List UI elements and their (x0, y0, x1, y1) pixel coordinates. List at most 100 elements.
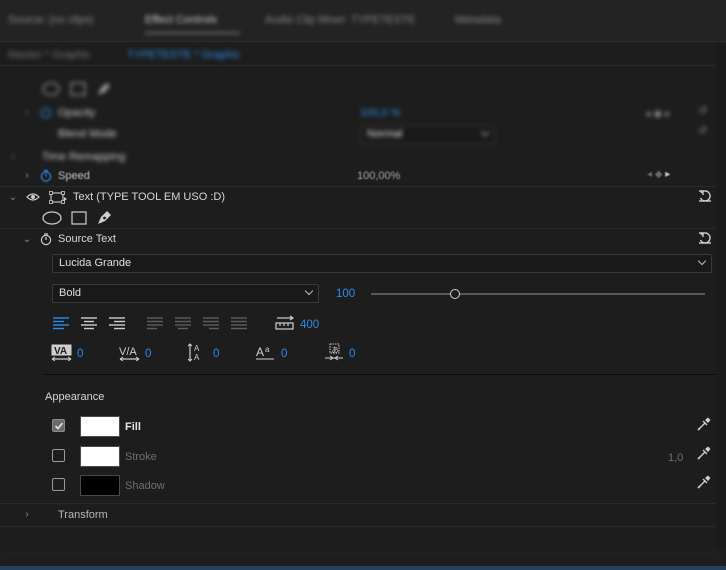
chevron-right-icon[interactable]: › (22, 510, 32, 520)
stroke-label: Stroke (125, 451, 157, 463)
font-family-value: Lucida Grande (59, 257, 132, 269)
shadow-color-swatch[interactable] (80, 475, 120, 496)
stopwatch-icon[interactable] (40, 106, 52, 121)
stopwatch-icon[interactable] (40, 232, 52, 249)
text-layer-row: ⌄ Text (TYPE TOOL EM USO :D) (0, 187, 716, 208)
chevron-right-icon[interactable]: › (22, 171, 32, 181)
alignment-row: 400 (0, 313, 716, 335)
transform-box-icon[interactable] (49, 191, 67, 207)
svg-text:V/A: V/A (119, 346, 137, 358)
tab-effect-controls[interactable]: Effect Controls (145, 14, 217, 26)
align-right-icon[interactable] (109, 317, 125, 333)
font-style-value: Bold (59, 287, 82, 299)
mask-tools-row (0, 208, 716, 229)
baseline-shift-icon[interactable]: Aa (256, 344, 276, 365)
font-family-dropdown[interactable]: Lucida Grande (52, 254, 712, 273)
justify-all-icon[interactable] (231, 317, 247, 333)
text-layer-label: Text (TYPE TOOL EM USO :D) (73, 191, 225, 203)
svg-text:A: A (194, 344, 200, 353)
svg-text:VA: VA (54, 346, 67, 357)
fill-color-swatch[interactable] (80, 416, 120, 437)
font-style-dropdown[interactable]: Bold (52, 284, 319, 303)
sequence-tab-row: Master * Graphic TYPETESTE * Graphic (0, 44, 726, 66)
chevron-right-icon[interactable]: › (22, 108, 32, 118)
justify-left-icon[interactable] (147, 317, 163, 333)
stroke-color-swatch[interactable] (80, 446, 120, 467)
leading-icon[interactable]: AA (187, 343, 207, 365)
mask-rectangle-icon[interactable] (70, 82, 86, 99)
scrollbar[interactable] (716, 44, 726, 570)
stroke-width-value[interactable]: 1,0 (668, 452, 683, 464)
tracking-value[interactable]: 0 (145, 348, 151, 360)
tab-metadata[interactable]: Metadata (455, 14, 501, 26)
chevron-down-icon[interactable]: ⌄ (8, 193, 18, 203)
reset-icon[interactable]: ↺ (698, 124, 707, 137)
font-size-value[interactable]: 100 (336, 288, 355, 300)
spacing-row: VA 0 V/A 0 AA 0 Aa 0 あ 0 (0, 343, 716, 365)
font-size-slider-track[interactable] (371, 293, 705, 295)
keyframe-nav-icon[interactable]: ◂ ◆ ▸ (645, 107, 671, 120)
transform-label: Transform (58, 509, 108, 521)
speed-value[interactable]: 100,00% (357, 170, 400, 182)
speed-label: Speed (58, 170, 90, 182)
chevron-right-icon[interactable]: › (8, 152, 18, 162)
reset-icon[interactable] (698, 231, 712, 248)
baseline-shift-value[interactable]: 0 (281, 348, 287, 360)
blend-mode-label: Blend Mode (58, 128, 117, 140)
sequence-tab-active[interactable]: TYPETESTE * Graphic (127, 49, 240, 61)
eyedropper-icon[interactable] (697, 417, 711, 434)
reset-icon[interactable] (698, 189, 712, 206)
tab-source[interactable]: Source: (no clips) (8, 14, 94, 26)
eye-icon[interactable] (26, 192, 40, 205)
align-left-icon[interactable] (53, 317, 69, 333)
mask-pen-icon[interactable] (96, 82, 112, 99)
tab-audio-clip-mixer[interactable]: Audio Clip Mixer: TYPETESTE (265, 14, 415, 26)
section-divider (43, 374, 716, 375)
chevron-down-icon[interactable]: ⌄ (22, 235, 32, 245)
tracking-icon[interactable]: V/A (119, 344, 140, 364)
fill-label: Fill (125, 421, 141, 433)
svg-text:A: A (194, 353, 200, 362)
transform-row: › Transform (0, 504, 716, 526)
shadow-label: Shadow (125, 480, 165, 492)
keyframe-nav-icon[interactable]: ◂ ◆ ▸ (647, 169, 670, 180)
panel-tab-bar: Source: (no clips) Effect Controls Audio… (0, 0, 726, 42)
eyedropper-icon[interactable] (697, 475, 711, 492)
shadow-checkbox[interactable] (52, 478, 65, 491)
reset-icon[interactable]: ↺ (698, 104, 707, 117)
tracking-field-value[interactable]: 400 (300, 319, 319, 331)
ellipse-mask-icon[interactable] (42, 211, 62, 228)
tsume-value[interactable]: 0 (349, 348, 355, 360)
justify-right-icon[interactable] (203, 317, 219, 333)
pen-mask-icon[interactable] (97, 209, 113, 228)
separator (0, 526, 716, 527)
speed-row: › Speed 100,00% ◂ ◆ ▸ (0, 166, 716, 187)
svg-text:A: A (256, 345, 264, 359)
bottom-accent-line (0, 566, 726, 570)
stroke-checkbox[interactable] (52, 449, 65, 462)
stopwatch-icon[interactable] (40, 169, 52, 185)
opacity-value[interactable]: 100,0 % (360, 107, 400, 119)
source-text-row: ⌄ Source Text (0, 229, 716, 250)
rectangle-mask-icon[interactable] (71, 211, 87, 228)
leading-value[interactable]: 0 (213, 348, 219, 360)
time-remapping-label: Time Remapping (42, 151, 126, 163)
mask-ellipse-icon[interactable] (42, 82, 60, 99)
font-size-slider-thumb[interactable] (449, 289, 460, 299)
align-center-icon[interactable] (81, 317, 97, 333)
eyedropper-icon[interactable] (697, 446, 711, 463)
justify-center-icon[interactable] (175, 317, 191, 333)
kerning-icon[interactable]: VA (51, 344, 72, 364)
svg-text:a: a (265, 345, 270, 354)
opacity-label: Opacity (58, 107, 96, 119)
sequence-tab-master[interactable]: Master * Graphic (8, 49, 91, 61)
fill-checkbox[interactable] (52, 419, 65, 432)
tracking-ruler-icon[interactable] (275, 315, 295, 334)
source-text-label: Source Text (58, 233, 116, 245)
svg-text:あ: あ (332, 346, 339, 354)
blend-mode-value: Normal (367, 128, 403, 140)
kerning-value[interactable]: 0 (77, 348, 83, 360)
tsume-icon[interactable]: あ (324, 343, 344, 365)
appearance-heading: Appearance (45, 391, 105, 403)
blend-mode-dropdown[interactable]: Normal (360, 125, 495, 144)
